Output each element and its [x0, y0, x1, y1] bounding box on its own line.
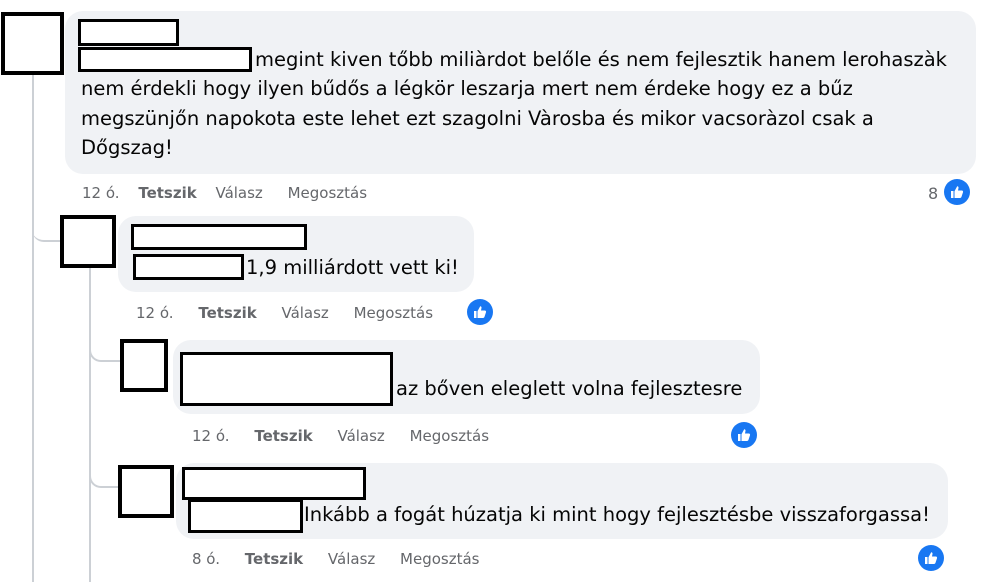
thread-connector-reply-3 [89, 466, 121, 488]
comment-timestamp[interactable]: 12 ó. [136, 304, 174, 322]
share-button[interactable]: Megosztás [410, 427, 489, 445]
comment-bubble: az bőven eleglett volna fejlesztesre [173, 340, 760, 414]
thread-line-reply-1 [89, 266, 91, 582]
redacted-author-name [180, 352, 393, 406]
comment-actions: 12 ó. Tetszik Válasz Megosztás [136, 304, 433, 322]
comment-bubble: megint kiven tőbb miliàrdot belőle és ne… [65, 11, 976, 174]
comment-text-line: az bőven eleglett volna fejlesztesre [396, 377, 743, 400]
redacted-author-name [131, 224, 307, 250]
comment-bubble: 1,9 milliárdott vett ki! [118, 216, 474, 292]
redacted-author-name [78, 19, 179, 46]
comment-timestamp[interactable]: 12 ó. [192, 427, 230, 445]
reaction-count[interactable]: 8 [928, 184, 938, 203]
comment-text-line: megint kiven tőbb miliàrdot belőle és ne… [255, 48, 947, 71]
like-button[interactable]: Tetszik [254, 427, 312, 445]
comment-timestamp[interactable]: 8 ó. [192, 550, 220, 568]
redacted-tagged-name [78, 47, 252, 72]
avatar[interactable] [120, 339, 168, 392]
comment-bubble: Inkább a fogát húzatja ki mint hogy fejl… [176, 463, 948, 539]
like-button[interactable]: Tetszik [138, 184, 196, 202]
comment-actions: 12 ó. Tetszik Válasz Megosztás [192, 427, 489, 445]
thumbs-up-icon[interactable] [944, 179, 970, 205]
like-button[interactable]: Tetszik [245, 550, 303, 568]
share-button[interactable]: Megosztás [400, 550, 479, 568]
avatar[interactable] [118, 465, 174, 518]
comment-text-line: Inkább a fogát húzatja ki mint hogy fejl… [304, 503, 930, 526]
share-button[interactable]: Megosztás [288, 184, 367, 202]
comment-text-line: Dőgszag! [81, 136, 173, 159]
thread-connector-reply-1 [32, 214, 60, 242]
comment-text-line: megszünjőn napokota este lehet ezt szago… [81, 107, 874, 130]
thread-connector-reply-2 [89, 340, 121, 362]
reply-button[interactable]: Válasz [215, 184, 262, 202]
reply-button[interactable]: Válasz [328, 550, 375, 568]
redacted-author-name [182, 467, 366, 500]
comment-text-line: nem érdekli hogy ilyen bűdős a légkör le… [81, 77, 853, 100]
reply-button[interactable]: Válasz [337, 427, 384, 445]
avatar[interactable] [60, 215, 116, 268]
comment-actions: 12 ó. Tetszik Válasz Megosztás [82, 184, 367, 202]
redacted-tagged-name [133, 254, 244, 280]
like-button[interactable]: Tetszik [198, 304, 256, 322]
thumbs-up-icon[interactable] [467, 299, 493, 325]
thumbs-up-icon[interactable] [731, 422, 757, 448]
avatar[interactable] [1, 12, 64, 75]
comment-actions: 8 ó. Tetszik Válasz Megosztás [192, 550, 480, 568]
comment-text-line: 1,9 milliárdott vett ki! [246, 256, 459, 279]
redacted-tagged-name [188, 499, 303, 533]
share-button[interactable]: Megosztás [354, 304, 433, 322]
thumbs-up-icon[interactable] [918, 545, 944, 571]
comment-timestamp[interactable]: 12 ó. [82, 184, 120, 202]
reply-button[interactable]: Válasz [281, 304, 328, 322]
thread-line-main [32, 72, 34, 582]
